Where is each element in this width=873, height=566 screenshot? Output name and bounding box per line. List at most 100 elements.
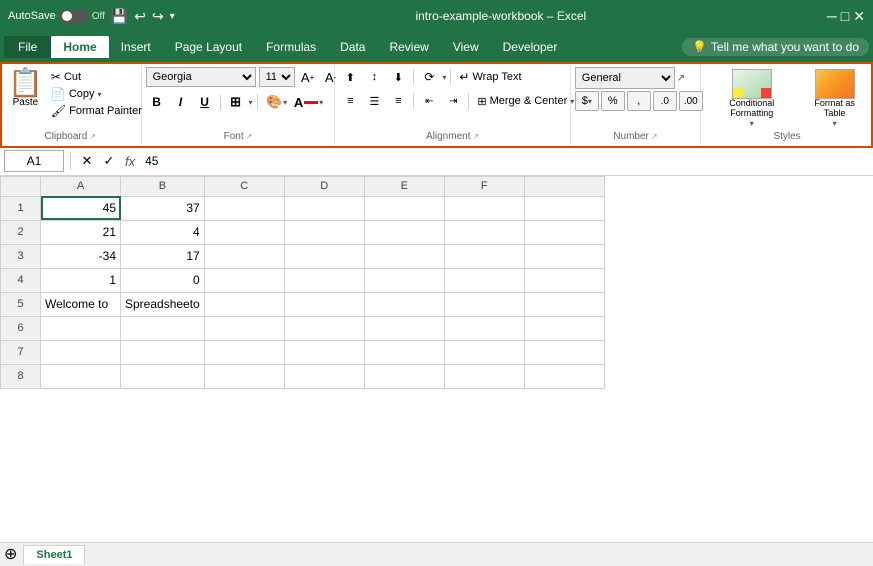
cell-E5[interactable]: [364, 292, 444, 316]
cell-extra-5[interactable]: [524, 292, 604, 316]
cell-F5[interactable]: [444, 292, 524, 316]
row-header-3[interactable]: 3: [1, 244, 41, 268]
add-sheet-button[interactable]: ⊕: [4, 544, 17, 564]
col-header-E[interactable]: E: [364, 176, 444, 196]
number-expand-icon[interactable]: ↗: [651, 132, 658, 141]
cell-D2[interactable]: [284, 220, 364, 244]
cell-B6[interactable]: [121, 316, 205, 340]
cell-A6[interactable]: [41, 316, 121, 340]
cell-C8[interactable]: [204, 364, 284, 388]
text-direction-button[interactable]: ⟳: [418, 67, 440, 87]
cell-B7[interactable]: [121, 340, 205, 364]
align-left-button[interactable]: ≡: [339, 91, 361, 111]
cell-extra-3[interactable]: [524, 244, 604, 268]
cut-button[interactable]: ✂ Cut: [49, 69, 144, 85]
cell-A7[interactable]: [41, 340, 121, 364]
row-header-7[interactable]: 7: [1, 340, 41, 364]
row-header-1[interactable]: 1: [1, 196, 41, 220]
cell-A4[interactable]: 1: [41, 268, 121, 292]
cell-C3[interactable]: [204, 244, 284, 268]
fill-color-button[interactable]: 🎨 ▾: [262, 91, 292, 113]
col-header-B[interactable]: B: [121, 176, 205, 196]
col-header-A[interactable]: A: [41, 176, 121, 196]
number-format-select[interactable]: General Number Currency Percentage: [575, 67, 675, 89]
cell-D5[interactable]: [284, 292, 364, 316]
cell-A3[interactable]: -34: [41, 244, 121, 268]
cell-A5[interactable]: Welcome to: [41, 292, 121, 316]
cell-extra-8[interactable]: [524, 364, 604, 388]
undo-icon[interactable]: ↩: [134, 8, 146, 25]
cell-E8[interactable]: [364, 364, 444, 388]
cell-F2[interactable]: [444, 220, 524, 244]
wrap-text-button[interactable]: ↵ Wrap Text: [455, 67, 525, 87]
cell-F4[interactable]: [444, 268, 524, 292]
format-as-table-dropdown[interactable]: ▾: [833, 119, 837, 128]
sheet-tab-sheet1[interactable]: Sheet1: [23, 545, 85, 564]
borders-dropdown-arrow[interactable]: ▾: [249, 98, 253, 107]
font-color-dropdown[interactable]: ▾: [319, 98, 323, 107]
cell-F7[interactable]: [444, 340, 524, 364]
cell-C5[interactable]: [204, 292, 284, 316]
align-center-button[interactable]: ☰: [363, 91, 385, 111]
italic-button[interactable]: I: [170, 91, 192, 113]
cell-B1[interactable]: 37: [121, 196, 205, 220]
cell-E4[interactable]: [364, 268, 444, 292]
conditional-formatting-dropdown[interactable]: ▾: [750, 119, 754, 128]
tab-data[interactable]: Data: [328, 36, 377, 58]
cell-E7[interactable]: [364, 340, 444, 364]
autosave-control[interactable]: AutoSave Off: [8, 9, 105, 23]
tab-formulas[interactable]: Formulas: [254, 36, 328, 58]
format-painter-button[interactable]: 🖌 Format Painter: [49, 103, 144, 119]
cell-extra-6[interactable]: [524, 316, 604, 340]
font-size-select[interactable]: 11 10 12 14: [259, 67, 295, 87]
tab-review[interactable]: Review: [377, 36, 440, 58]
tab-home[interactable]: Home: [51, 36, 108, 58]
tab-developer[interactable]: Developer: [491, 36, 570, 58]
number-format-dropdown[interactable]: ↗: [677, 73, 685, 84]
tab-view[interactable]: View: [441, 36, 491, 58]
cell-D6[interactable]: [284, 316, 364, 340]
tell-me-input[interactable]: 💡 Tell me what you want to do: [682, 38, 869, 56]
font-expand-icon[interactable]: ↗: [246, 132, 253, 141]
text-direction-dropdown[interactable]: ▾: [442, 73, 446, 82]
borders-button[interactable]: ⊞: [225, 91, 247, 113]
cell-extra-1[interactable]: [524, 196, 604, 220]
col-header-D[interactable]: D: [284, 176, 364, 196]
cell-E2[interactable]: [364, 220, 444, 244]
col-header-C[interactable]: C: [204, 176, 284, 196]
increase-indent-button[interactable]: ⇥: [442, 91, 464, 111]
close-icon[interactable]: ✕: [853, 8, 865, 25]
cell-E3[interactable]: [364, 244, 444, 268]
increase-decimal-button[interactable]: .0: [653, 91, 677, 111]
cell-D1[interactable]: [284, 196, 364, 220]
row-header-6[interactable]: 6: [1, 316, 41, 340]
cell-E6[interactable]: [364, 316, 444, 340]
cell-C7[interactable]: [204, 340, 284, 364]
clipboard-expand-icon[interactable]: ↗: [89, 132, 96, 141]
cell-F6[interactable]: [444, 316, 524, 340]
col-header-extra[interactable]: [524, 176, 604, 196]
cell-D4[interactable]: [284, 268, 364, 292]
cell-extra-7[interactable]: [524, 340, 604, 364]
increase-font-size-button[interactable]: A+: [298, 67, 318, 87]
align-middle-button[interactable]: ↕: [363, 67, 385, 87]
cell-F8[interactable]: [444, 364, 524, 388]
maximize-icon[interactable]: □: [841, 8, 849, 24]
underline-button[interactable]: U: [194, 91, 216, 113]
currency-button[interactable]: $ ▾: [575, 91, 599, 111]
row-header-5[interactable]: 5: [1, 292, 41, 316]
save-icon[interactable]: 💾: [111, 8, 128, 25]
cell-A1[interactable]: 45: [41, 196, 121, 220]
cell-C6[interactable]: [204, 316, 284, 340]
minimize-icon[interactable]: ─: [827, 8, 837, 24]
tab-file[interactable]: File: [4, 36, 51, 58]
cell-extra-4[interactable]: [524, 268, 604, 292]
cell-reference-input[interactable]: [4, 150, 64, 172]
formula-cancel-button[interactable]: ✕: [77, 151, 97, 171]
percent-button[interactable]: %: [601, 91, 625, 111]
font-family-select[interactable]: Georgia Arial Calibri: [146, 67, 256, 87]
cell-B4[interactable]: 0: [121, 268, 205, 292]
cell-A2[interactable]: 21: [41, 220, 121, 244]
autosave-toggle[interactable]: [60, 9, 88, 23]
cell-E1[interactable]: [364, 196, 444, 220]
